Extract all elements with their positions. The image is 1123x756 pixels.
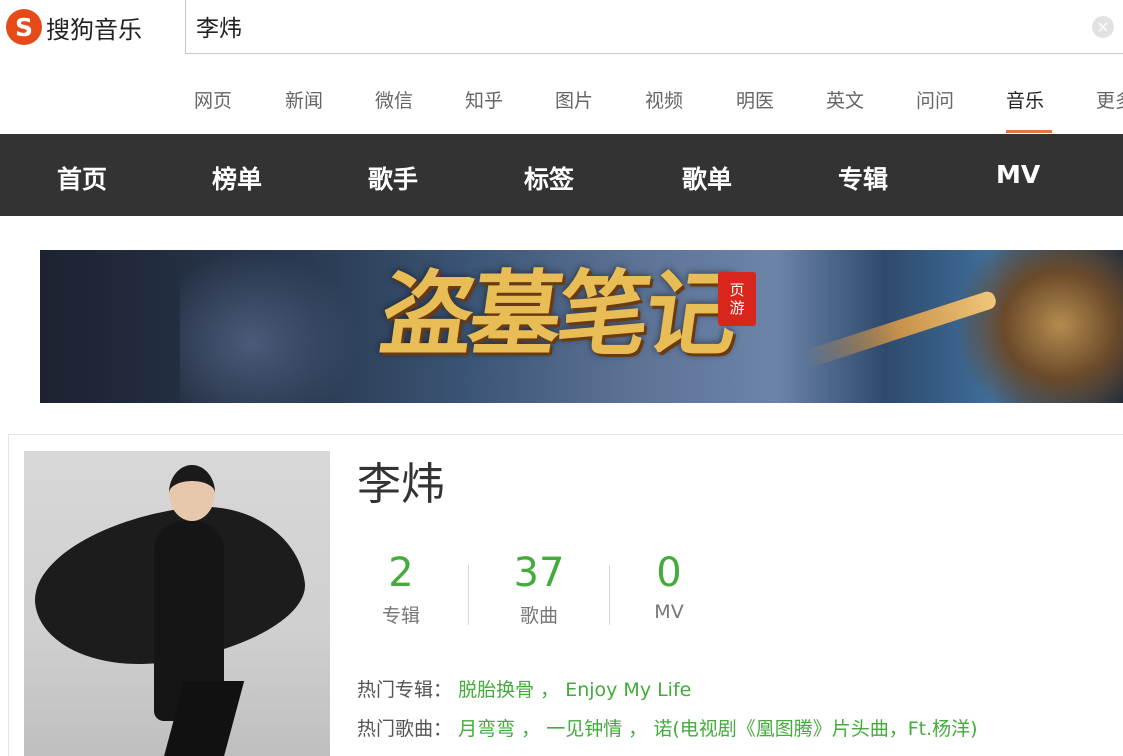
hot-albums-label: 热门专辑： — [357, 679, 453, 701]
tab-news[interactable]: 新闻 — [285, 86, 323, 113]
artist-photo[interactable] — [24, 451, 330, 756]
top-search-bar: S 搜狗音乐 × — [0, 0, 1123, 56]
hot-songs-row: 热门歌曲： 月弯弯 ， 一见钟情 ， 诺(电视剧《凰图腾》片头曲，Ft.杨洋) — [357, 714, 978, 741]
logo-text: 搜狗音乐 — [46, 15, 142, 44]
active-tab-indicator — [1006, 130, 1052, 133]
hot-album-link[interactable]: Enjoy My Life — [565, 679, 691, 701]
stat-songs[interactable]: 37 歌曲 — [484, 553, 594, 628]
stat-divider — [609, 565, 610, 625]
stat-mv-label: MV — [654, 601, 684, 623]
tab-video[interactable]: 视频 — [645, 86, 683, 113]
nav-albums[interactable]: 专辑 — [838, 160, 888, 196]
close-icon[interactable]: × — [1092, 16, 1114, 38]
tab-wechat[interactable]: 微信 — [375, 86, 413, 113]
stat-mv-count[interactable]: 0 — [614, 553, 724, 593]
stat-albums-count[interactable]: 2 — [346, 553, 456, 593]
sogou-music-logo[interactable]: S 搜狗音乐 — [6, 9, 142, 45]
nav-mv[interactable]: MV — [996, 160, 1040, 189]
hot-song-link[interactable]: 一见钟情 — [546, 718, 622, 740]
nav-artists[interactable]: 歌手 — [368, 160, 418, 196]
stat-albums-label: 专辑 — [381, 605, 420, 627]
list-separator: ， — [628, 718, 648, 740]
banner-character-art — [960, 250, 1123, 403]
ad-banner[interactable]: 盗墓笔记 页 游 — [40, 250, 1123, 403]
stat-songs-count[interactable]: 37 — [484, 553, 594, 593]
tab-images[interactable]: 图片 — [555, 86, 593, 113]
music-nav: 首页 榜单 歌手 标签 歌单 专辑 MV — [0, 134, 1123, 216]
tab-wenwen[interactable]: 问问 — [916, 86, 954, 113]
stat-mv[interactable]: 0 MV — [614, 553, 724, 623]
hot-song-link[interactable]: 月弯弯 — [458, 718, 515, 740]
list-separator: ， — [540, 679, 560, 701]
vertical-tabs: 网页 新闻 微信 知乎 图片 视频 明医 英文 问问 音乐 更多 — [0, 70, 1123, 134]
nav-charts[interactable]: 榜单 — [212, 160, 262, 196]
banner-stamp-line2: 游 — [729, 299, 745, 317]
tab-music[interactable]: 音乐 — [1006, 86, 1044, 113]
page: S 搜狗音乐 × 网页 新闻 微信 知乎 图片 视频 明医 英文 问问 音乐 更… — [0, 0, 1123, 756]
banner-stamp-line1: 页 — [729, 281, 745, 299]
stat-songs-label: 歌曲 — [519, 605, 558, 627]
banner-decoration — [180, 250, 360, 403]
artist-name: 李炜 — [357, 459, 445, 510]
tab-english[interactable]: 英文 — [826, 86, 864, 113]
stat-albums[interactable]: 2 专辑 — [346, 553, 456, 628]
sogou-s-icon: S — [6, 9, 42, 45]
photo-head-shape — [169, 465, 215, 521]
nav-home[interactable]: 首页 — [57, 160, 107, 196]
hot-albums-row: 热门专辑： 脱胎换骨 ， Enjoy My Life — [357, 675, 691, 702]
tab-more[interactable]: 更多 — [1096, 86, 1123, 113]
stat-divider — [468, 565, 469, 625]
tab-web[interactable]: 网页 — [194, 86, 232, 113]
hot-song-link[interactable]: 诺(电视剧《凰图腾》片头曲，Ft.杨洋) — [653, 718, 977, 740]
search-input[interactable] — [196, 10, 1056, 42]
artist-card: 李炜 2 专辑 37 歌曲 0 MV 热门专辑： 脱胎换骨 ， Enjoy My… — [8, 434, 1123, 756]
search-box: × — [185, 0, 1123, 54]
banner-title: 盗墓笔记 — [374, 260, 742, 368]
tab-zhihu[interactable]: 知乎 — [465, 86, 503, 113]
hot-songs-label: 热门歌曲： — [357, 718, 453, 740]
hot-album-link[interactable]: 脱胎换骨 — [458, 679, 534, 701]
nav-tags[interactable]: 标签 — [524, 160, 574, 196]
nav-playlists[interactable]: 歌单 — [682, 160, 732, 196]
list-separator: ， — [521, 718, 541, 740]
tab-medical[interactable]: 明医 — [736, 86, 774, 113]
banner-stamp: 页 游 — [718, 272, 756, 326]
